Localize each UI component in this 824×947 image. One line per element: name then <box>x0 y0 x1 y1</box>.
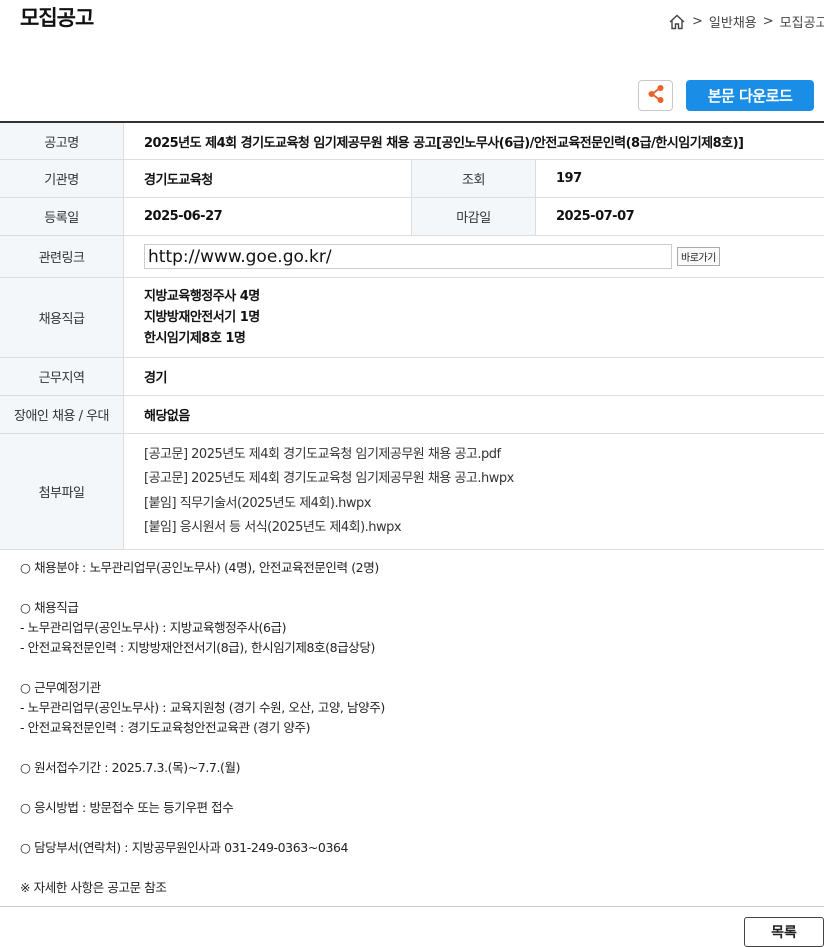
region-value: 경기 <box>144 371 167 386</box>
body-line: ○ 응시방법 : 방문접수 또는 등기우편 접수 <box>20 800 234 815</box>
region-label: 근무지역 <box>0 358 124 395</box>
go-link-button[interactable]: 바로가기 <box>677 247 720 266</box>
body-line: ○ 근무예정기관 <box>20 680 101 695</box>
share-icon <box>647 84 665 108</box>
position-item: 지방방재안전서기 1명 <box>144 310 260 325</box>
file-link[interactable]: [공고문] 2025년도 제4회 경기도교육청 임기제공무원 채용 공고.hwp… <box>144 467 514 492</box>
home-icon[interactable] <box>668 13 686 31</box>
breadcrumb-item-recruit[interactable]: 모집공고 <box>780 12 824 31</box>
reg-date-label: 등록일 <box>0 198 124 235</box>
disabled-label: 장애인 채용 / 우대 <box>0 396 124 433</box>
position-item: 한시임기제8호 1명 <box>144 331 246 346</box>
notice-info-table: 공고명 2025년도 제4회 경기도교육청 임기제공무원 채용 공고[공인노무사… <box>0 121 824 550</box>
body-line <box>20 778 820 798</box>
org-label: 기관명 <box>0 160 124 197</box>
file-link[interactable]: [붙임] 응시원서 등 서식(2025년도 제4회).hwpx <box>144 516 402 541</box>
footer-divider <box>0 906 824 907</box>
share-button[interactable] <box>638 80 673 111</box>
reg-date-value: 2025-06-27 <box>124 198 412 235</box>
body-line: ○ 담당부서(연락처) : 지방공무원인사과 031-249-0363~0364 <box>20 840 349 855</box>
list-button[interactable]: 목록 <box>744 917 824 947</box>
views-label: 조회 <box>412 160 536 197</box>
file-list: [공고문] 2025년도 제4회 경기도교육청 임기제공무원 채용 공고.pdf… <box>124 434 824 549</box>
file-link[interactable]: [공고문] 2025년도 제4회 경기도교육청 임기제공무원 채용 공고.pdf <box>144 443 501 468</box>
body-line <box>20 858 820 878</box>
link-label: 관련링크 <box>0 236 124 277</box>
related-link-field[interactable] <box>144 244 672 269</box>
notice-body: ○ 채용분야 : 노무관리업무(공인노무사) (4명), 안전교육전문인력 (2… <box>20 558 820 898</box>
disabled-value: 해당없음 <box>144 409 190 424</box>
breadcrumb-item-general[interactable]: 일반채용 <box>709 12 757 31</box>
body-line <box>20 818 820 838</box>
files-label: 첨부파일 <box>0 434 124 549</box>
breadcrumb-separator: > <box>692 14 703 29</box>
body-line: ○ 채용분야 : 노무관리업무(공인노무사) (4명), 안전교육전문인력 (2… <box>20 560 379 575</box>
body-line: - 노무관리업무(공인노무사) : 교육지원청 (경기 수원, 오산, 고양, … <box>20 700 385 715</box>
deadline-label: 마감일 <box>412 198 536 235</box>
body-line <box>20 578 820 598</box>
breadcrumb-separator: > <box>762 14 774 29</box>
position-item: 지방교육행정주사 4명 <box>144 289 260 304</box>
body-line: ※ 자세한 사항은 공고문 참조 <box>20 880 167 895</box>
body-line <box>20 738 820 758</box>
title-label: 공고명 <box>0 123 124 159</box>
positions-label: 채용직급 <box>0 278 124 357</box>
positions-list: 지방교육행정주사 4명 지방방재안전서기 1명 한시임기제8호 1명 <box>124 278 824 357</box>
page-title: 모집공고 <box>20 6 94 30</box>
body-line: ○ 채용직급 <box>20 600 79 615</box>
views-value: 197 <box>556 171 582 186</box>
download-button[interactable]: 본문 다운로드 <box>686 80 814 111</box>
deadline-value: 2025-07-07 <box>556 209 635 224</box>
breadcrumb: > 일반채용 > 모집공고 <box>668 12 824 31</box>
body-line: - 안전교육전문인력 : 지방방재안전서기(8급), 한시임기제8호(8급상당) <box>20 640 375 655</box>
file-link[interactable]: [붙임] 직무기술서(2025년도 제4회).hwpx <box>144 492 371 517</box>
body-line <box>20 658 820 678</box>
body-line: ○ 원서접수기간 : 2025.7.3.(목)~7.7.(월) <box>20 760 241 775</box>
notice-title: 2025년도 제4회 경기도교육청 임기제공무원 채용 공고[공인노무사(6급)… <box>144 135 744 151</box>
org-value: 경기도교육청 <box>124 160 412 197</box>
body-line: - 안전교육전문인력 : 경기도교육청안전교육관 (경기 양주) <box>20 720 311 735</box>
body-line: - 노무관리업무(공인노무사) : 지방교육행정주사(6급) <box>20 620 287 635</box>
